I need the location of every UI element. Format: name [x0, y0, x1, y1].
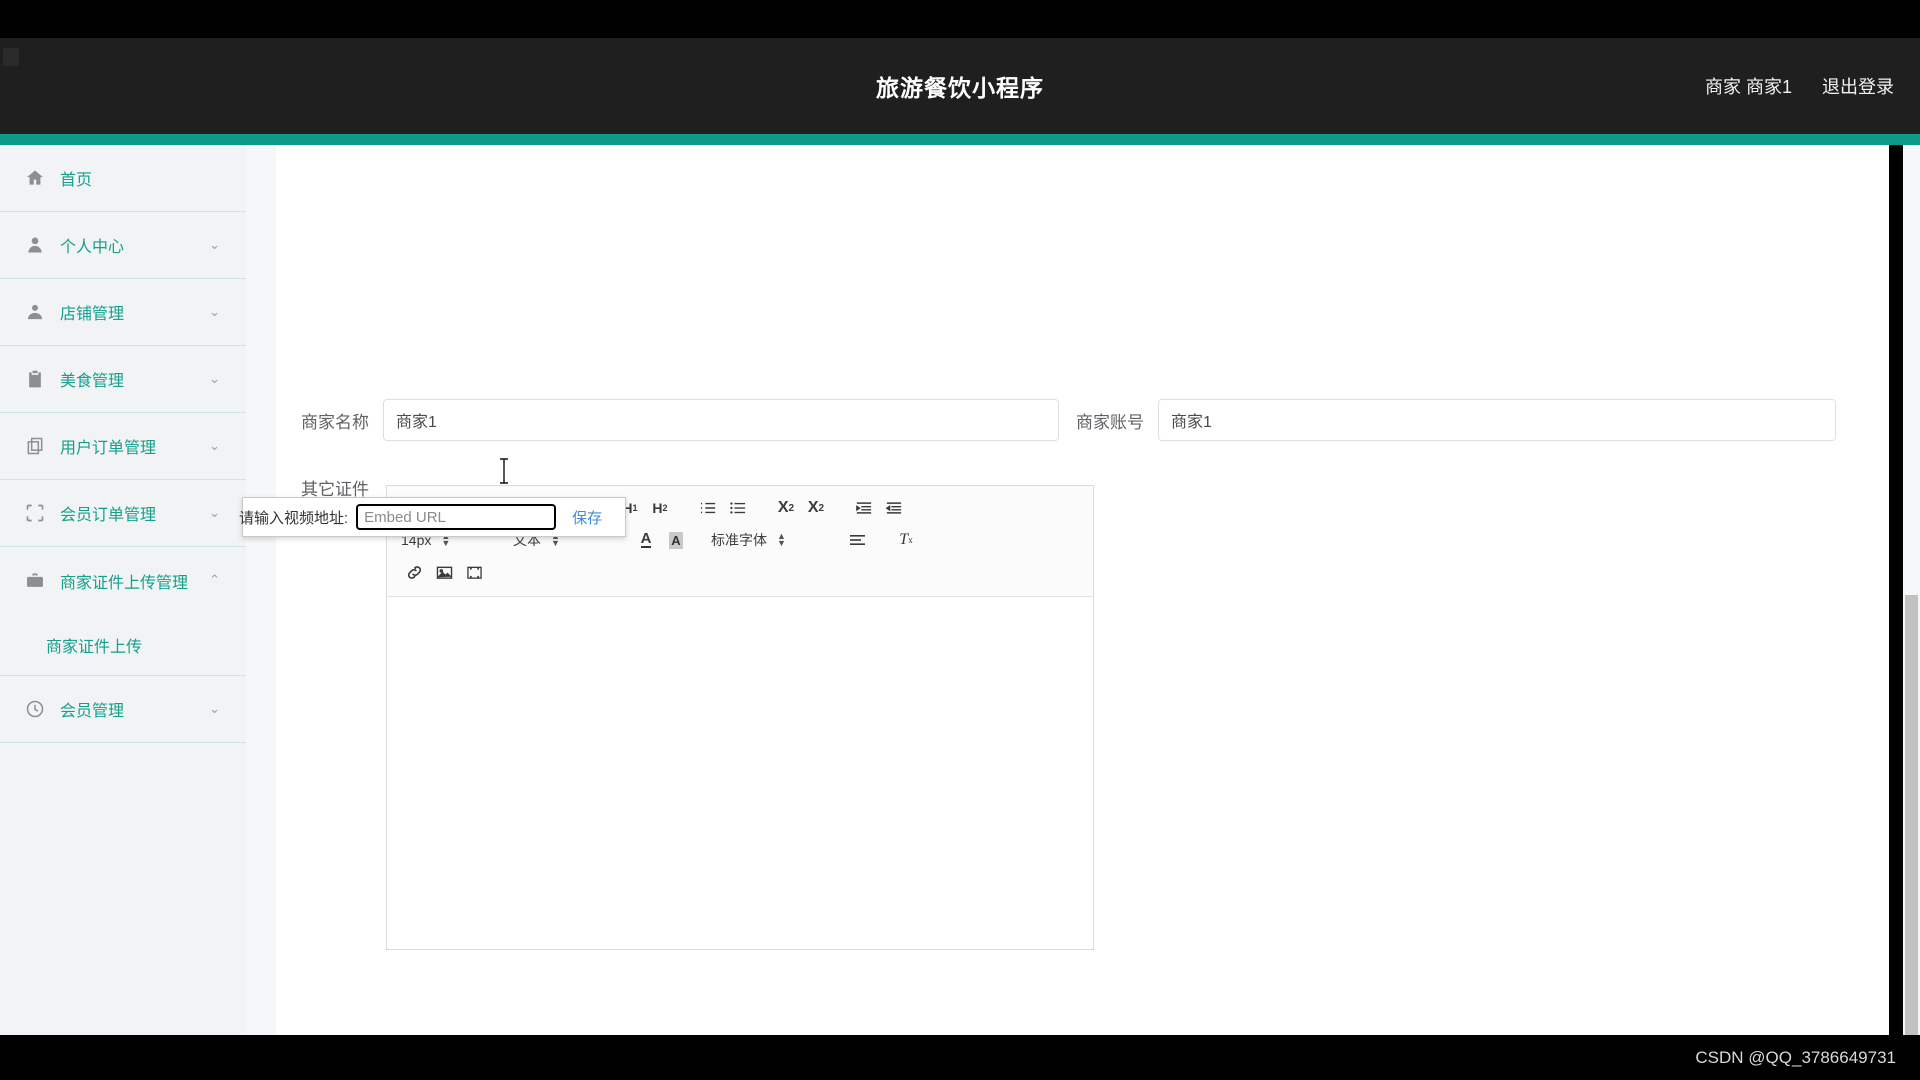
- background-color-icon[interactable]: A: [663, 528, 689, 552]
- sidebar-item-member-management[interactable]: 会员管理 ⌄: [0, 676, 246, 743]
- user-icon: [24, 234, 46, 256]
- align-icon[interactable]: [845, 528, 871, 552]
- sidebar-subitem-label: 商家证件上传: [46, 638, 143, 656]
- text-color-icon[interactable]: A: [633, 528, 659, 552]
- sidebar-item-label: 商家证件上传管理: [60, 574, 189, 592]
- main-scrollbar-thumb[interactable]: [1905, 595, 1918, 1080]
- briefcase-icon: [24, 570, 46, 592]
- home-icon: [24, 167, 46, 189]
- header-user-area: 商家 商家1 退出登录: [1705, 73, 1894, 99]
- chevron-down-icon: ⌄: [209, 701, 220, 717]
- bottom-bar: [0, 1035, 1920, 1080]
- clear-format-icon[interactable]: Tx: [893, 528, 919, 552]
- merchant-account-field-row: 商家账号: [1076, 399, 1836, 441]
- sidebar-item-label: 会员订单管理: [60, 507, 157, 524]
- sidebar-item-member-order-management[interactable]: 会员订单管理 ⌄: [0, 480, 246, 547]
- sidebar-item-label: 店铺管理: [60, 306, 125, 323]
- watermark-text: CSDN @QQ_3786649731: [1695, 1048, 1896, 1067]
- subscript-icon[interactable]: X2: [773, 496, 799, 520]
- crop-icon: [24, 502, 46, 524]
- sidebar-item-user-order-management[interactable]: 用户订单管理 ⌄: [0, 413, 246, 480]
- merchant-name-label: 商家名称: [301, 412, 369, 432]
- sidebar: 首页 个人中心 ⌄ 店铺管理 ⌄ 美食管理 ⌄ 用户订单管理 ⌄ 会员订单管理 …: [0, 145, 246, 1035]
- link-icon[interactable]: [401, 560, 427, 584]
- accent-bar: [0, 134, 1920, 145]
- chevron-down-icon: ⌄: [209, 237, 220, 253]
- merchant-name-field-row: 商家名称: [301, 399, 1059, 441]
- logout-button[interactable]: 退出登录: [1822, 73, 1894, 99]
- video-url-save-button[interactable]: 保存: [572, 507, 602, 528]
- sidebar-item-label: 会员管理: [60, 703, 125, 720]
- sidebar-subitem-merchant-document-upload[interactable]: 商家证件上传: [0, 614, 246, 676]
- sidebar-item-label: 首页: [60, 172, 93, 189]
- ordered-list-icon[interactable]: [695, 496, 721, 520]
- heading-2-icon[interactable]: H2: [647, 496, 673, 520]
- sidebar-item-home[interactable]: 首页: [0, 145, 246, 212]
- rich-text-editor: B I U S ” </> H1 H2: [386, 485, 1094, 950]
- sidebar-item-label: 个人中心: [60, 239, 125, 256]
- app-header: 旅游餐饮小程序 商家 商家1 退出登录: [0, 38, 1920, 134]
- chevron-down-icon: ⌄: [209, 505, 220, 521]
- sidebar-item-label: 用户订单管理: [60, 440, 157, 457]
- video-url-popup: 请输入视频地址: 保存: [239, 497, 626, 537]
- chevron-up-icon: ⌃: [209, 573, 220, 588]
- sidebar-item-merchant-document-upload-management[interactable]: 商家证件上传管理 ⌃: [0, 547, 246, 614]
- chevron-down-icon: ⌄: [209, 371, 220, 387]
- sidebar-item-food-management[interactable]: 美食管理 ⌄: [0, 346, 246, 413]
- app-window: 旅游餐饮小程序 商家 商家1 退出登录 首页 个人中心 ⌄ 店铺管理 ⌄ 美食管…: [0, 0, 1920, 1080]
- header-user-role-name: 商家 商家1: [1704, 77, 1792, 97]
- font-family-select[interactable]: 标准字体 ▲ ▼: [711, 530, 821, 550]
- text-cursor-icon: [498, 458, 510, 484]
- indent-icon[interactable]: [881, 496, 907, 520]
- bullet-list-icon[interactable]: [725, 496, 751, 520]
- merchant-name-input[interactable]: [383, 399, 1059, 441]
- video-url-input[interactable]: [356, 504, 557, 530]
- browser-top-strip: [0, 0, 1920, 38]
- video-url-popup-label: 请输入视频地址:: [239, 509, 349, 527]
- sidebar-item-shop-management[interactable]: 店铺管理 ⌄: [0, 279, 246, 346]
- superscript-icon[interactable]: X2: [803, 496, 829, 520]
- video-icon[interactable]: [461, 560, 487, 584]
- outdent-icon[interactable]: [851, 496, 877, 520]
- merchant-account-label: 商家账号: [1076, 412, 1144, 432]
- stepper-caret-icon: ▲▼: [777, 531, 786, 548]
- main-scrollbar-track[interactable]: [1903, 145, 1920, 1080]
- clock-icon: [24, 698, 46, 720]
- chevron-down-icon: ⌄: [209, 438, 220, 454]
- page-title: 旅游餐饮小程序: [876, 75, 1044, 101]
- editor-toolbar-row-3: [401, 558, 1083, 586]
- merchant-account-input[interactable]: [1158, 399, 1836, 441]
- clipboard-icon: [24, 368, 46, 390]
- sidebar-item-personal-center[interactable]: 个人中心 ⌄: [0, 212, 246, 279]
- window-tab-nub: [3, 48, 19, 66]
- content-gutter: [246, 145, 276, 1035]
- sidebar-item-label: 美食管理: [60, 373, 125, 390]
- image-icon[interactable]: [431, 560, 457, 584]
- copy-icon: [24, 435, 46, 457]
- editor-content-area[interactable]: [387, 597, 1093, 949]
- main-content: 商家名称 商家账号 其它证件 B I U S: [276, 145, 1889, 1035]
- person-icon: [24, 301, 46, 323]
- chevron-down-icon: ⌄: [209, 304, 220, 320]
